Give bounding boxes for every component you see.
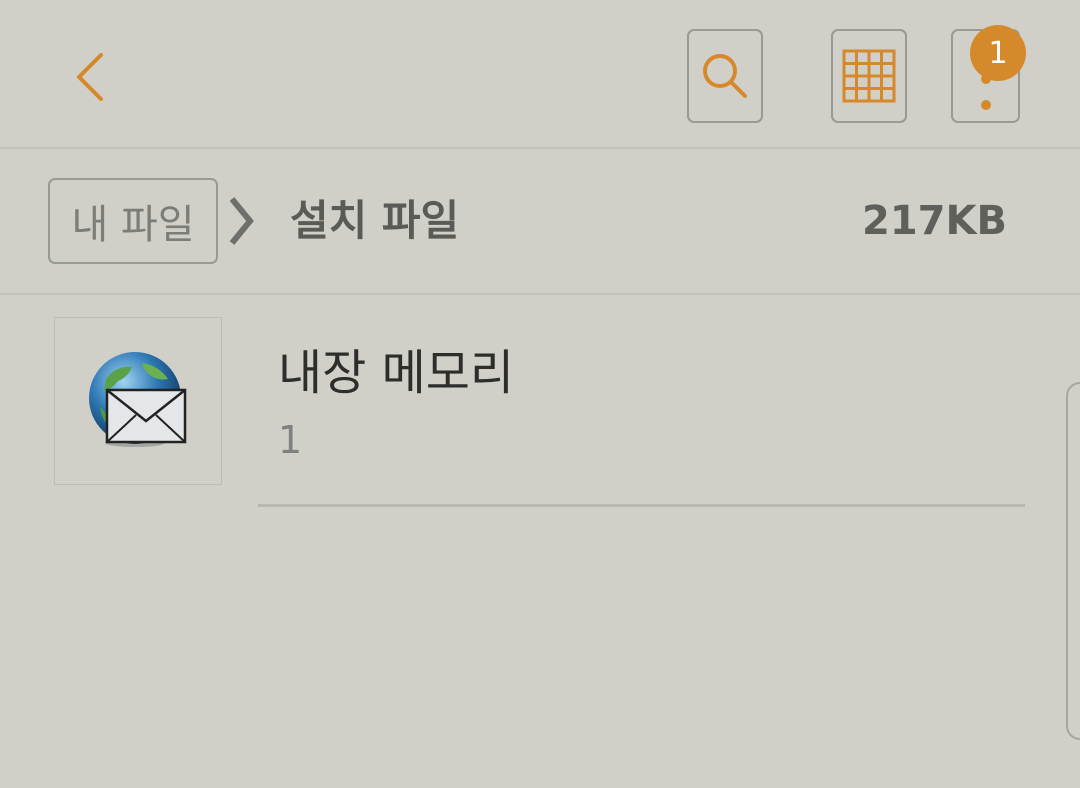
item-title: 내장 메모리 [278, 345, 515, 401]
item-count: 1 [278, 418, 303, 462]
search-icon [703, 54, 747, 98]
grid-view-button[interactable] [831, 29, 907, 123]
back-button[interactable] [56, 40, 126, 114]
divider [258, 504, 1025, 507]
storage-size: 217KB [862, 198, 1007, 244]
scroll-handle[interactable] [1066, 382, 1080, 740]
search-button[interactable] [687, 29, 763, 123]
list-item[interactable]: 내장 메모리 1 [0, 295, 1040, 507]
chevron-right-icon [229, 197, 254, 245]
breadcrumb: 내 파일 설치 파일 217KB [0, 149, 1080, 295]
grid-view-icon [842, 49, 896, 103]
notification-badge: 1 [970, 25, 1026, 81]
breadcrumb-current: 설치 파일 [290, 196, 460, 245]
chevron-left-icon [77, 53, 103, 101]
breadcrumb-root[interactable]: 내 파일 [48, 178, 218, 264]
item-thumbnail [54, 317, 222, 485]
toolbar: 1 [0, 0, 1080, 149]
globe-mail-icon [89, 352, 187, 447]
